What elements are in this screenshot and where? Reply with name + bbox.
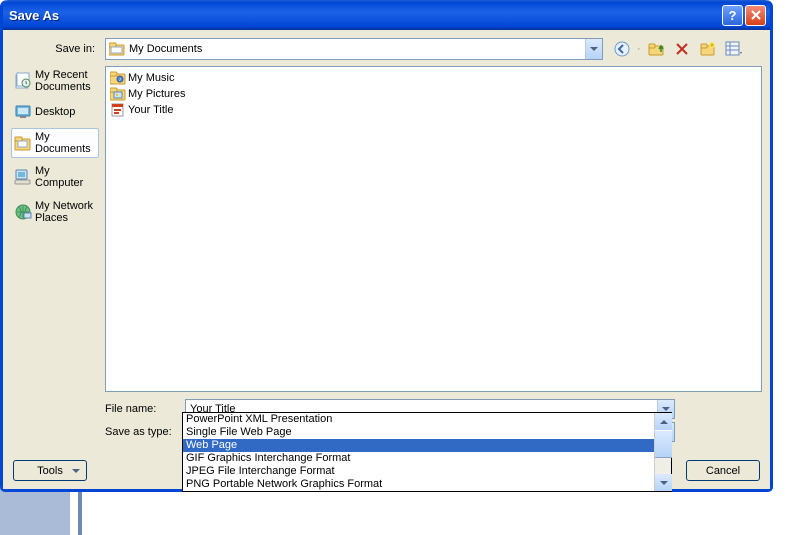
dropdown-option[interactable]: GIF Graphics Interchange Format — [183, 452, 671, 465]
close-icon — [751, 10, 761, 20]
cancel-button[interactable]: Cancel — [686, 460, 760, 481]
chevron-down-icon — [72, 469, 80, 473]
scroll-thumb[interactable] — [655, 430, 672, 458]
help-button[interactable]: ? — [722, 5, 743, 26]
recent-icon — [14, 72, 32, 90]
dropdown-option[interactable]: Web Page — [183, 439, 671, 452]
save-in-label: Save in: — [11, 43, 105, 55]
documents-icon — [14, 134, 32, 152]
sidebar-item-label: My Network Places — [35, 200, 96, 224]
folder-icon — [109, 42, 125, 56]
dropdown-option[interactable]: PNG Portable Network Graphics Format — [183, 478, 671, 491]
save-as-type-dropdown-list[interactable]: PowerPoint XML PresentationSingle File W… — [182, 412, 672, 492]
scroll-up-button[interactable] — [655, 413, 672, 430]
list-item[interactable]: My Pictures — [109, 86, 758, 102]
dialog-title: Save As — [9, 8, 720, 23]
tools-button[interactable]: Tools — [13, 460, 87, 481]
sidebar-item-computer[interactable]: My Computer — [11, 162, 99, 192]
back-button[interactable] — [611, 38, 633, 60]
folder-icon: ♪ — [110, 71, 126, 85]
list-item[interactable]: Your Title — [109, 102, 758, 118]
scrollbar[interactable] — [654, 413, 671, 491]
sidebar-item-network[interactable]: My Network Places — [11, 197, 99, 227]
titlebar: Save As ? — [3, 0, 770, 30]
delete-button[interactable] — [671, 38, 693, 60]
sidebar-item-label: My Recent Documents — [35, 69, 96, 93]
separator: · — [637, 43, 641, 55]
sidebar-item-documents[interactable]: My Documents — [11, 128, 99, 158]
file-name-label: File name: — [105, 403, 185, 415]
sidebar-item-label: My Documents — [35, 131, 96, 155]
background-app-hint — [0, 488, 789, 535]
folder-icon — [110, 87, 126, 101]
sidebar-item-desktop[interactable]: Desktop — [11, 100, 99, 124]
file-label: My Music — [128, 72, 174, 84]
sidebar-item-label: Desktop — [35, 106, 75, 118]
ppt-file-icon — [110, 103, 126, 117]
dropdown-option[interactable]: Single File Web Page — [183, 426, 671, 439]
computer-icon — [14, 168, 32, 186]
network-icon — [14, 203, 32, 221]
file-list[interactable]: ♪ My Music My Pictures Your Title — [105, 66, 762, 392]
places-sidebar: My Recent Documents Desktop My Documents… — [11, 66, 99, 457]
up-one-level-button[interactable] — [645, 38, 667, 60]
save-in-combo[interactable]: My Documents — [105, 38, 603, 60]
file-label: My Pictures — [128, 88, 185, 100]
save-as-type-label: Save as type: — [105, 426, 185, 438]
save-in-value: My Documents — [129, 43, 202, 55]
toolbar-icons: · — [611, 38, 745, 60]
combo-arrow-icon[interactable] — [585, 39, 602, 59]
scroll-down-button[interactable] — [655, 474, 672, 491]
file-label: Your Title — [128, 104, 173, 116]
sidebar-item-label: My Computer — [35, 165, 96, 189]
dropdown-option[interactable]: PowerPoint XML Presentation — [183, 413, 671, 426]
new-folder-button[interactable] — [697, 38, 719, 60]
save-in-row: Save in: My Documents · — [11, 38, 762, 60]
dropdown-option[interactable]: JPEG File Interchange Format — [183, 465, 671, 478]
sidebar-item-recent[interactable]: My Recent Documents — [11, 66, 99, 96]
views-button[interactable] — [723, 38, 745, 60]
list-item[interactable]: ♪ My Music — [109, 70, 758, 86]
desktop-icon — [14, 103, 32, 121]
close-button[interactable] — [745, 5, 766, 26]
